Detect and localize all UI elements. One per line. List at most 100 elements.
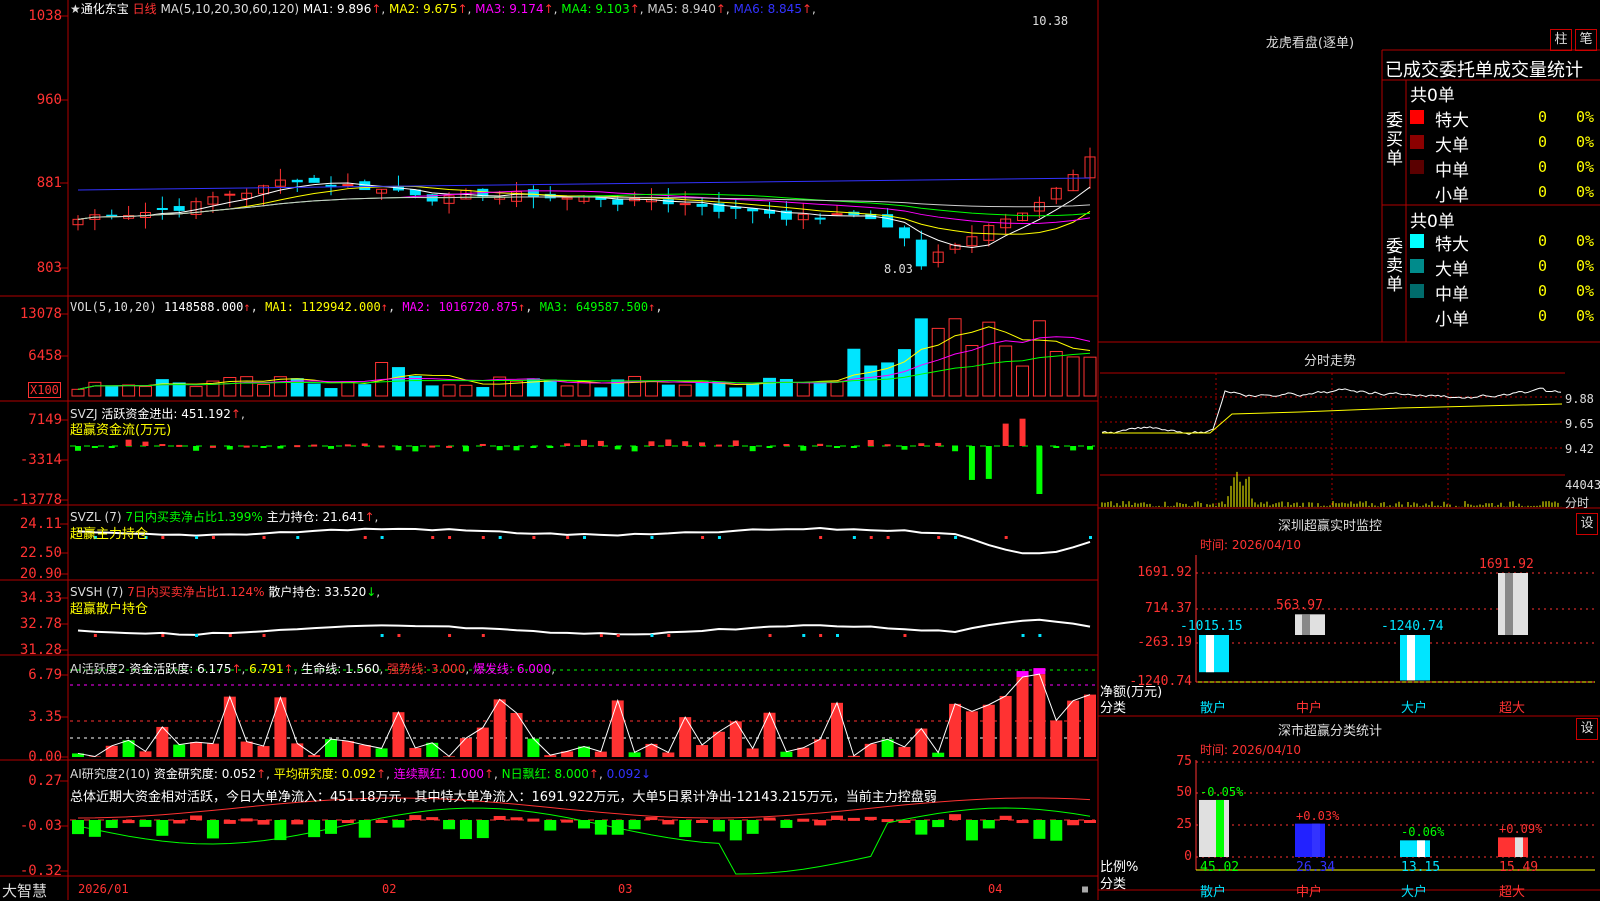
volume-bar [89, 382, 101, 396]
vol-ma1-line [78, 327, 1090, 390]
y-tick-label: 34.33 [0, 590, 62, 606]
stats-time: 时间: 2026/04/10 [1200, 741, 1301, 758]
ai1-label: 资金活跃度: [129, 662, 193, 676]
tick-marker [583, 536, 586, 539]
volume-bar [1050, 351, 1062, 396]
money-flow-bar [497, 446, 503, 450]
bar-mode-button[interactable]: 柱 [1550, 29, 1572, 51]
monitor-xlabel: 分类 [1100, 697, 1126, 716]
indicator-value: 649587.500 [569, 300, 648, 314]
activity-bar [207, 744, 219, 757]
monitor-bar-shine [1407, 635, 1415, 680]
ma-definition: MA(5,10,20,30,60,120) [160, 2, 299, 16]
tab-volume-stats[interactable]: 成交量统计 [1493, 60, 1583, 81]
y-tick-label: 3.35 [0, 709, 62, 725]
burst-cap [1033, 668, 1045, 674]
indicator-label: MA1: [303, 2, 333, 16]
money-flow-bar [379, 446, 385, 448]
ai1-v2-arrow: ↑ [284, 662, 294, 676]
research-bar [814, 820, 826, 825]
research-bar [1017, 820, 1029, 823]
svzl-ratio: 7日内买卖净占比1.399% [125, 510, 262, 524]
research-bar [662, 820, 674, 824]
tick-marker [212, 536, 215, 539]
activity-bar [392, 712, 404, 757]
volume-bar [460, 385, 472, 396]
svzl-label: 主力持仓: [267, 510, 319, 524]
period-label[interactable]: 日线 [133, 2, 157, 16]
money-flow-bar [261, 446, 267, 448]
monitor-category: 中户 [1296, 697, 1322, 716]
money-flow-bar [783, 444, 789, 446]
ai2-extra-value: 0.092 [607, 767, 641, 781]
indicator-label: MA3: [475, 2, 505, 16]
order-count: 0 [1538, 133, 1547, 151]
stats-bar [1199, 800, 1229, 857]
ai2-title: AI研究度2(10) [70, 767, 150, 781]
ai2-avg-arrow: ↑ [376, 767, 386, 781]
activity-bar [325, 739, 337, 757]
lock-icon[interactable]: ■ [1082, 884, 1088, 895]
monitor-settings-button[interactable]: 设 [1576, 513, 1598, 535]
indicator-value: 8.940 [678, 2, 716, 16]
volume-bar [359, 385, 371, 396]
money-flow-bar [918, 443, 924, 446]
money-flow-bar [750, 446, 756, 451]
tick-marker [364, 536, 367, 539]
stats-y-tick: 25 [1150, 817, 1192, 832]
volume-bar [342, 382, 354, 396]
monitor-bar-散户 [1199, 635, 1229, 672]
brand-label[interactable]: 大智慧 [2, 880, 47, 901]
indicator-label: MA4: [561, 2, 591, 16]
volume-bar [190, 387, 202, 396]
stats-settings-button[interactable]: 设 [1576, 718, 1598, 740]
indicator-arrow: ↑ [518, 300, 525, 314]
research-bar [426, 817, 438, 820]
research-bar [595, 820, 607, 835]
activity-bar [1050, 720, 1062, 757]
intraday-vol-tick: 44043 [1565, 478, 1600, 492]
volume-bar [308, 384, 320, 396]
activity-bar [983, 705, 995, 757]
monitor-y-tick: 714.37 [1108, 601, 1192, 616]
candle-body [157, 208, 167, 209]
tick-marker [397, 634, 400, 637]
volume-bar [848, 349, 860, 396]
volume-bar [679, 385, 691, 396]
tick-mode-button[interactable]: 笔 [1575, 29, 1597, 51]
favorite-star-icon[interactable]: ★ [70, 2, 81, 16]
monitor-title: 深圳超赢实时监控 [1100, 515, 1560, 534]
monitor-y-tick: -263.19 [1108, 635, 1192, 650]
high-price-label: 10.38 [1032, 14, 1068, 28]
research-bar [376, 820, 388, 823]
research-bar [291, 820, 303, 824]
volume-bar [392, 368, 404, 396]
buy-total: 共0单 [1410, 81, 1455, 106]
indicator-arrow: ↑ [457, 2, 467, 16]
legend-swatch [1410, 185, 1424, 199]
research-bar [561, 820, 573, 823]
money-flow-bar [800, 446, 806, 451]
stats-value-label: 26.34 [1296, 860, 1335, 875]
monitor-bar-中户 [1295, 614, 1325, 635]
tab-filled[interactable]: 已成交 [1385, 60, 1439, 81]
volume-bar [578, 382, 590, 396]
volume-bar [814, 382, 826, 396]
money-flow-bar [885, 444, 891, 446]
tab-orders[interactable]: 委托单 [1439, 60, 1493, 81]
activity-bar [662, 752, 674, 757]
tick-marker [903, 634, 906, 637]
stats-change-label: -0.05% [1200, 785, 1243, 799]
tick-marker [263, 536, 266, 539]
tick-marker [853, 536, 856, 539]
vol-value: 1148588.000 [164, 300, 243, 314]
tick-marker [532, 536, 535, 539]
monitor-y-tick: 1691.92 [1108, 565, 1192, 580]
activity-bar [274, 697, 286, 757]
candle-body [326, 185, 336, 186]
activity-bar [747, 748, 759, 757]
activity-bar [426, 743, 438, 757]
candle-body [815, 218, 825, 219]
research-bar [629, 820, 641, 829]
stock-name[interactable]: 通化东宝 [81, 2, 129, 16]
